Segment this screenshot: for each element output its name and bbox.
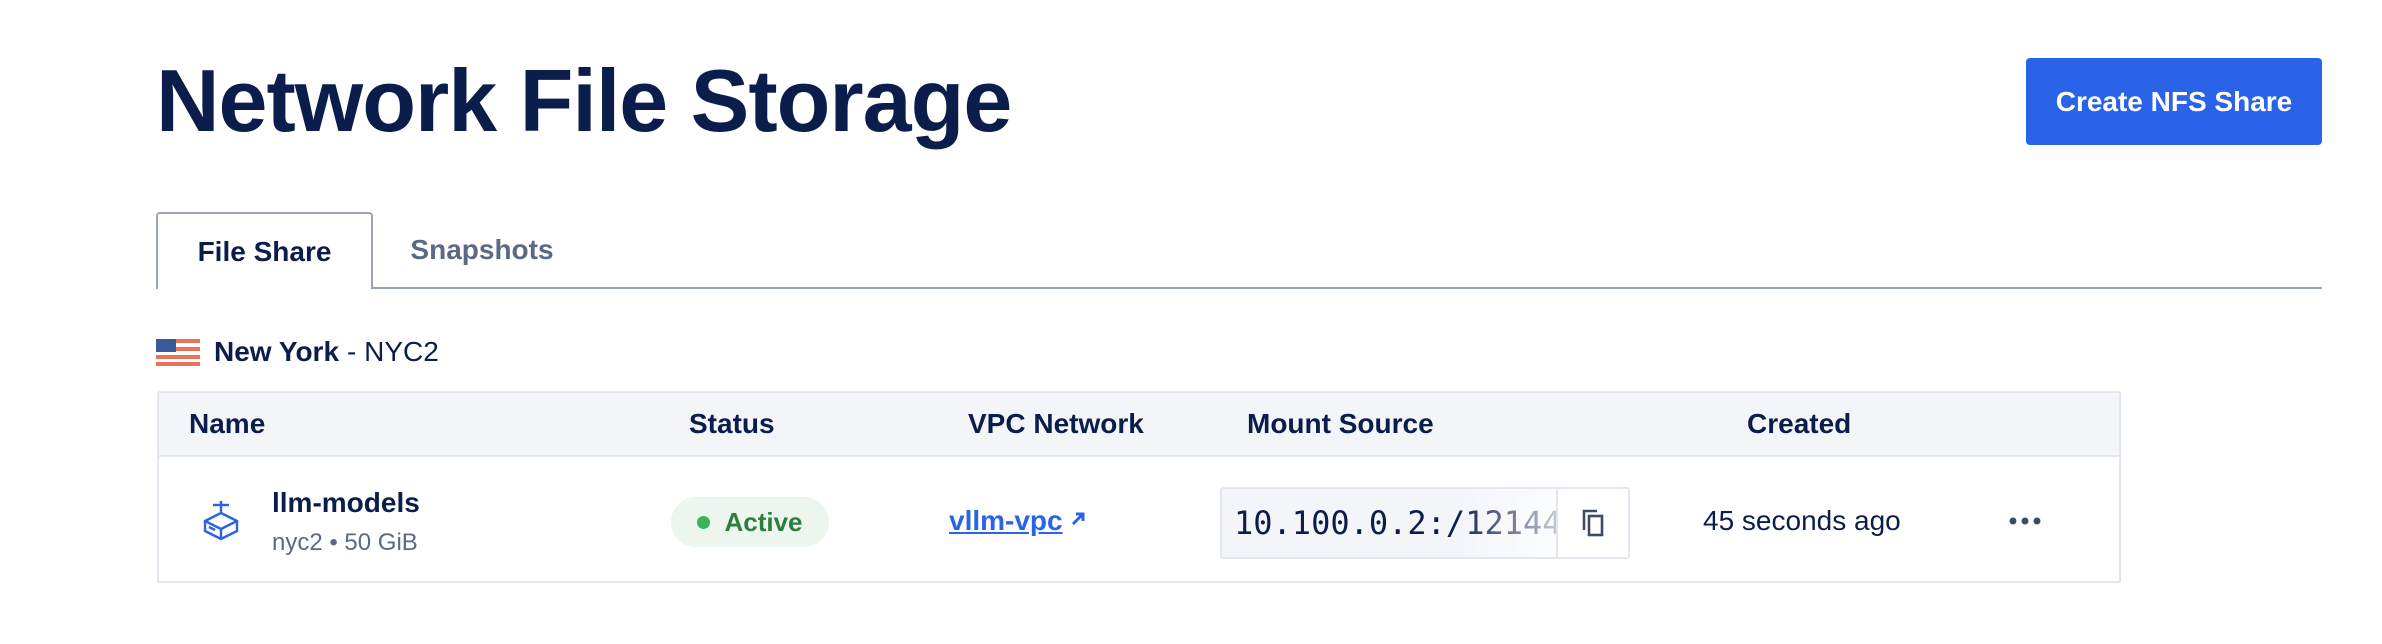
nfs-shares-table: Name Status VPC Network Mount Source Cre… — [157, 391, 2121, 583]
column-header-status: Status — [689, 408, 775, 439]
share-name[interactable]: llm-models — [272, 487, 420, 519]
nfs-share-icon — [203, 501, 239, 541]
mount-source-field: 10.100.0.2:/1214420 — [1220, 487, 1630, 559]
region-code: - NYC2 — [347, 336, 439, 367]
status-badge: Active — [671, 497, 829, 547]
create-nfs-share-button[interactable]: Create NFS Share — [2026, 58, 2322, 145]
column-header-mount-source: Mount Source — [1247, 408, 1434, 439]
vpc-network-link[interactable]: vllm-vpc — [949, 505, 1087, 537]
region-name: New York — [214, 336, 340, 367]
share-meta: nyc2 • 50 GiB — [272, 529, 418, 556]
tab-bar: File Share Snapshots — [156, 212, 2322, 289]
tab-file-share[interactable]: File Share — [156, 212, 373, 289]
external-link-icon — [1069, 507, 1087, 535]
table-row[interactable]: llm-models nyc2 • 50 GiB Active vllm-vpc… — [159, 457, 2119, 583]
page-title: Network File Storage — [156, 51, 1012, 150]
status-label: Active — [724, 506, 803, 537]
more-options-icon[interactable] — [2007, 503, 2043, 539]
copy-button[interactable] — [1556, 489, 1628, 557]
mount-source-value[interactable]: 10.100.0.2:/1214420 — [1222, 489, 1556, 557]
copy-icon — [1582, 509, 1604, 537]
column-header-created: Created — [1747, 408, 1852, 439]
tab-snapshots[interactable]: Snapshots — [373, 212, 591, 287]
region-header: New York - NYC2 — [156, 332, 439, 372]
status-dot-icon — [697, 515, 711, 529]
created-time: 45 seconds ago — [1703, 505, 1901, 536]
table-header: Name Status VPC Network Mount Source Cre… — [159, 393, 2119, 457]
column-header-vpc: VPC Network — [968, 408, 1144, 439]
us-flag-icon — [156, 338, 200, 366]
column-header-name: Name — [189, 408, 266, 439]
vpc-network-label: vllm-vpc — [949, 505, 1063, 536]
